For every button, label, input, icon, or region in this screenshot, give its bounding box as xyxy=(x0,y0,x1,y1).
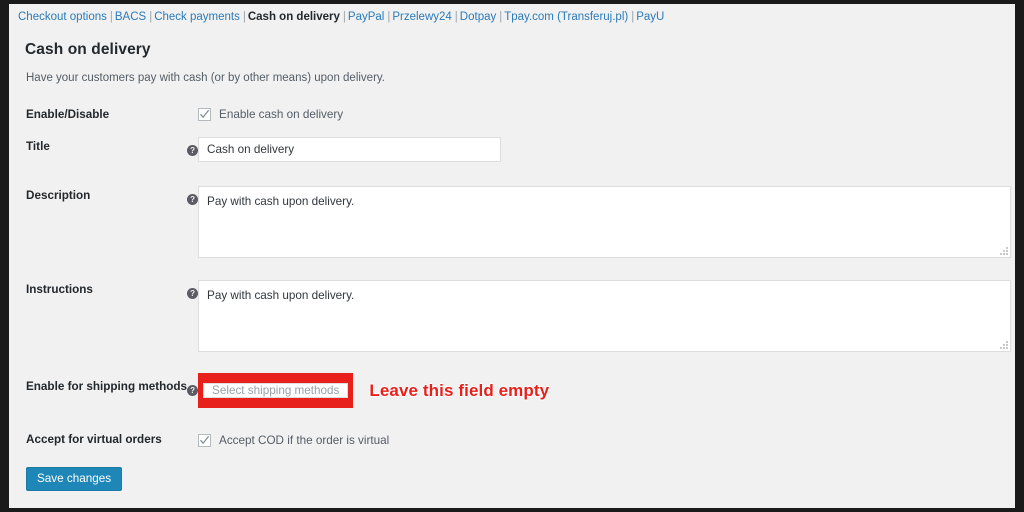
subnav-link-przelewy24[interactable]: Przelewy24 xyxy=(392,11,451,23)
checkmark-icon xyxy=(200,435,210,445)
help-icon-title[interactable]: ? xyxy=(187,145,199,157)
field-label-enable: Enable/Disable xyxy=(26,108,110,121)
enable-checkbox-label: Enable cash on delivery xyxy=(219,108,344,121)
enable-checkbox-row[interactable]: Enable cash on delivery xyxy=(198,105,1011,121)
enable-checkbox[interactable] xyxy=(198,108,212,121)
checkmark-icon xyxy=(200,109,210,119)
field-cell-title xyxy=(198,127,1015,165)
description-textarea-wrap: Pay with cash upon delivery. xyxy=(198,186,1012,258)
shipping-methods-group: Select shipping methods Leave this field… xyxy=(198,373,1011,408)
form-row-enable: Enable/Disable Enable cash on delivery xyxy=(9,102,1015,127)
subnav-link-cash-on-delivery[interactable]: Cash on delivery xyxy=(248,11,340,23)
help-cell-title: ? xyxy=(187,127,199,165)
instructions-textarea[interactable]: Pay with cash upon delivery. xyxy=(198,280,1012,352)
settings-panel: Checkout options | BACS | Check payments | Cas… xyxy=(9,4,1015,508)
help-cell-virtual-orders xyxy=(187,411,198,452)
annotation-leave-field-empty: Leave this field empty xyxy=(369,380,550,400)
subnav-separator: | xyxy=(109,11,113,23)
field-label-title: Title xyxy=(26,140,50,153)
field-cell-shipping-methods: Select shipping methods Leave this field… xyxy=(198,355,1015,411)
field-label-virtual-orders: Accept for virtual orders xyxy=(26,433,162,446)
instructions-textarea-wrap: Pay with cash upon delivery. xyxy=(198,280,1012,352)
form-row-title: Title ? xyxy=(9,127,1015,165)
form-row-virtual-orders: Accept for virtual orders Accept COD if … xyxy=(9,411,1015,452)
field-cell-instructions: Pay with cash upon delivery. xyxy=(198,261,1015,355)
help-icon-shipping-methods[interactable]: ? xyxy=(187,385,199,397)
subnav-separator: | xyxy=(242,11,246,23)
subnav-separator: | xyxy=(149,11,153,23)
help-cell-enable xyxy=(187,102,198,127)
shipping-methods-highlight-box: Select shipping methods xyxy=(198,373,354,408)
form-row-description: Description ? Pay with cash upon deliver… xyxy=(9,165,1015,261)
field-label-description: Description xyxy=(26,189,91,202)
payment-gateway-subnav: Checkout options | BACS | Check payments | Cas… xyxy=(9,4,1015,30)
subnav-link-paypal[interactable]: PayPal xyxy=(348,11,384,23)
field-cell-description: Pay with cash upon delivery. xyxy=(198,165,1015,261)
shipping-methods-select[interactable]: Select shipping methods xyxy=(203,383,349,398)
field-cell-virtual-orders: Accept COD if the order is virtual xyxy=(198,411,1015,452)
virtual-orders-checkbox[interactable] xyxy=(198,434,212,447)
form-row-instructions: Instructions ? Pay with cash upon delive… xyxy=(9,261,1015,355)
help-cell-instructions: ? xyxy=(187,261,199,355)
subnav-link-dotpay[interactable]: Dotpay xyxy=(460,11,496,23)
screenshot-frame: Checkout options | BACS | Check payments | Cas… xyxy=(0,0,1024,512)
save-changes-button[interactable]: Save changes xyxy=(26,467,123,491)
subnav-link-tpay[interactable]: Tpay.com (Transferuj.pl) xyxy=(504,11,628,23)
help-cell-shipping-methods: ? xyxy=(187,355,199,411)
subnav-link-check-payments[interactable]: Check payments xyxy=(154,11,240,23)
help-cell-description: ? xyxy=(187,165,199,261)
subnav-link-checkout-options[interactable]: Checkout options xyxy=(18,11,107,23)
field-label-instructions: Instructions xyxy=(26,283,93,296)
field-label-shipping-methods: Enable for shipping methods xyxy=(26,380,188,393)
submit-row: Save changes xyxy=(9,452,1015,491)
description-textarea[interactable]: Pay with cash upon delivery. xyxy=(198,186,1012,258)
page-title: Cash on delivery xyxy=(25,41,151,58)
title-input[interactable] xyxy=(198,137,502,162)
virtual-orders-checkbox-row[interactable]: Accept COD if the order is virtual xyxy=(198,431,1011,447)
subnav-link-bacs[interactable]: BACS xyxy=(115,11,146,23)
help-icon-instructions[interactable]: ? xyxy=(187,288,199,300)
field-cell-enable: Enable cash on delivery xyxy=(198,102,1015,127)
help-icon-description[interactable]: ? xyxy=(187,194,199,206)
virtual-orders-checkbox-label: Accept COD if the order is virtual xyxy=(219,434,390,447)
subnav-separator: | xyxy=(454,11,458,23)
form-row-shipping-methods: Enable for shipping methods ? Select shi… xyxy=(9,355,1015,411)
gateway-settings-form: Enable/Disable Enable cash on delivery T… xyxy=(9,102,1015,452)
subnav-separator: | xyxy=(342,11,346,23)
page-description: Have your customers pay with cash (or by… xyxy=(26,72,385,84)
subnav-link-payu[interactable]: PayU xyxy=(636,11,664,23)
